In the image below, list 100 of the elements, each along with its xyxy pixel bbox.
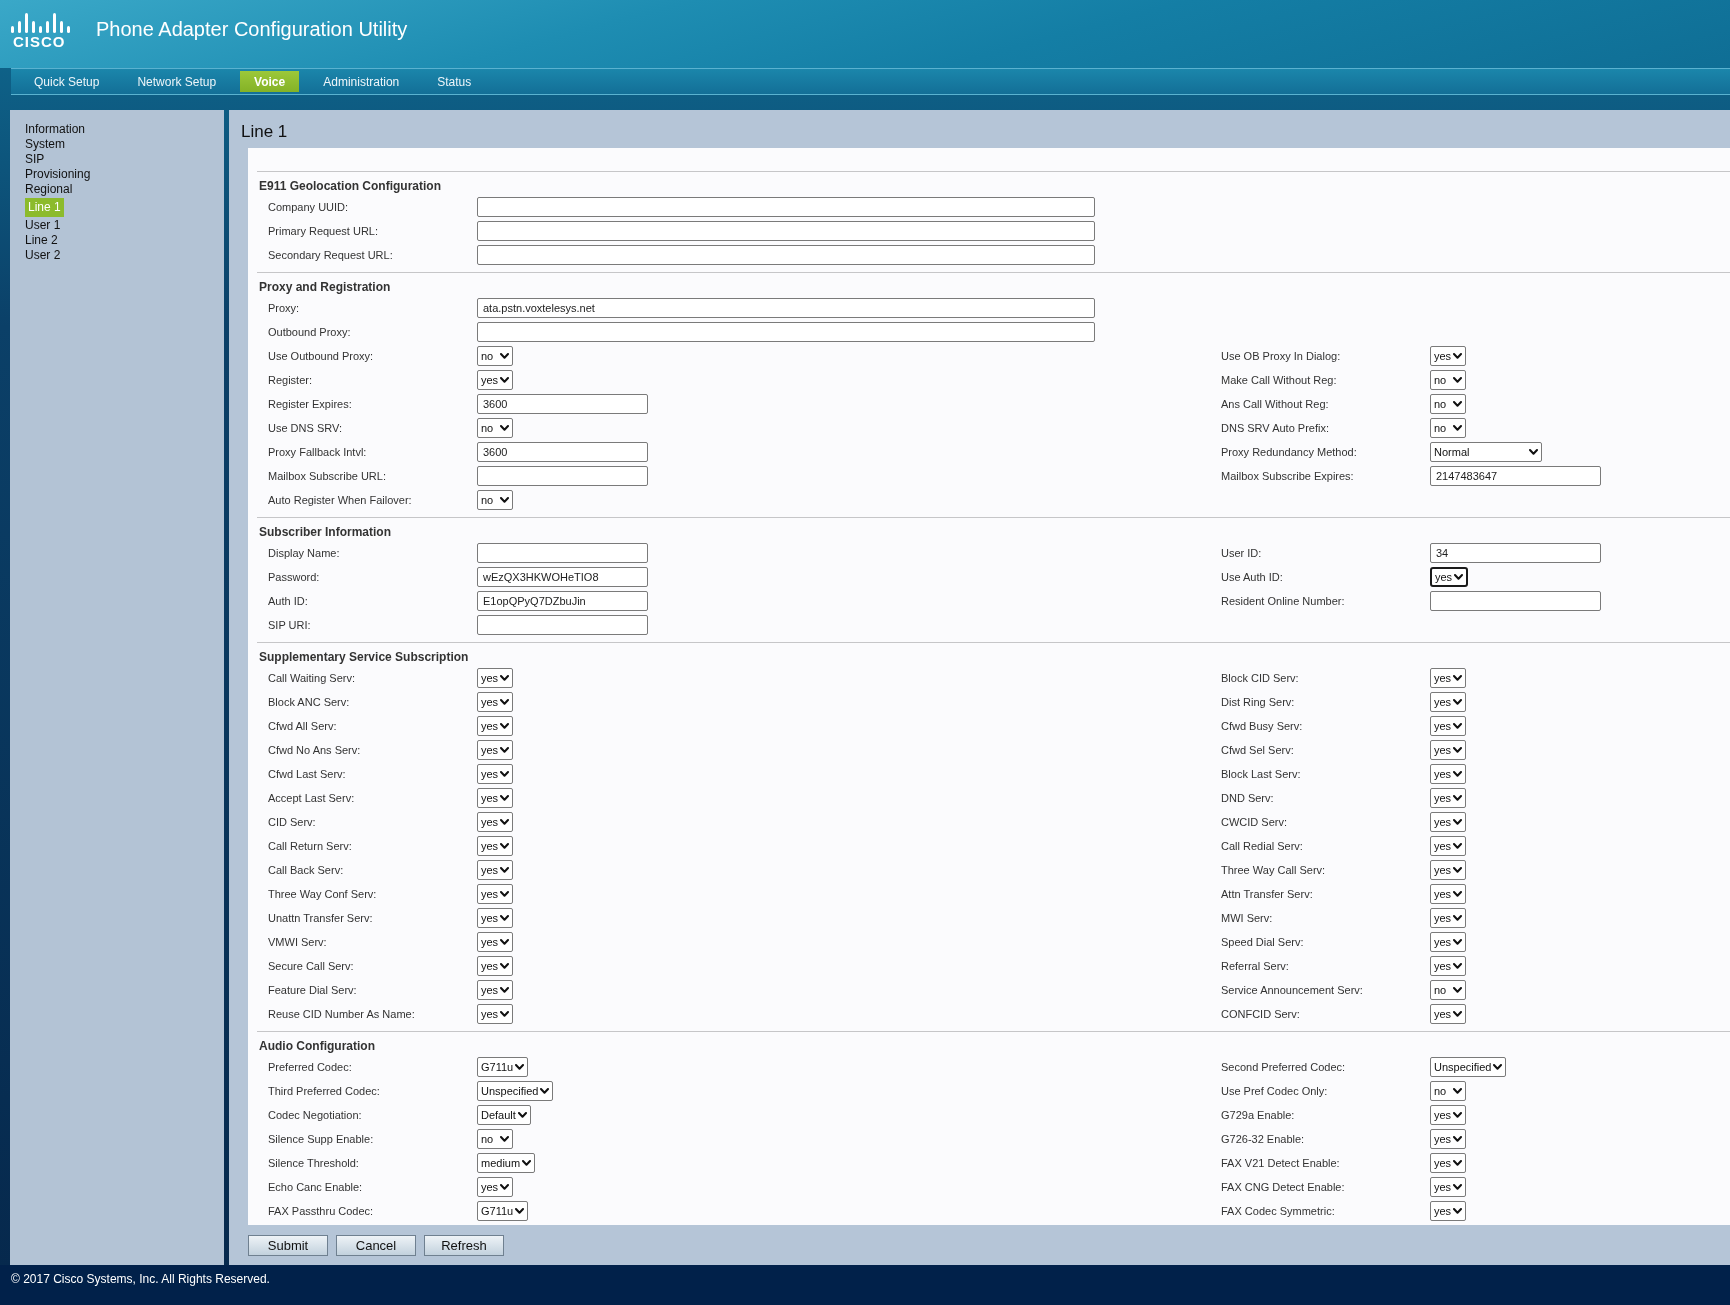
chevron-down-icon [1453,1184,1463,1190]
dropdown[interactable]: yes [1430,908,1467,928]
text-field[interactable] [477,466,648,486]
dropdown[interactable]: no [477,346,513,366]
nav-tab[interactable]: Administration [309,71,414,92]
text-field[interactable] [477,543,648,563]
sidebar-item[interactable]: User 2 [25,248,61,263]
nav-tab[interactable]: Network Setup [123,71,231,92]
copyright-text: © 2017 Cisco Systems, Inc. All Rights Reserved. [11,1272,271,1286]
dropdown[interactable]: yes [1430,716,1467,736]
dropdown[interactable]: yes [1430,1004,1467,1024]
chevron-down-icon [500,377,510,383]
field-label: Use DNS SRV: [268,420,342,436]
chevron-down-icon [500,771,510,777]
text-field[interactable]: wEzQX3HKWOHeTIO8 [477,567,648,587]
text-field[interactable]: 34 [1430,543,1601,563]
text-field[interactable] [477,615,648,635]
dropdown[interactable]: no [477,418,513,438]
dropdown[interactable]: yes [477,716,514,736]
dropdown[interactable]: no [477,490,513,510]
dropdown[interactable]: yes [477,1177,514,1197]
dropdown[interactable]: yes [477,740,514,760]
dropdown[interactable]: yes [1430,692,1467,712]
dropdown[interactable]: yes [1430,956,1467,976]
nav-tab[interactable]: Status [423,71,486,92]
sidebar-item[interactable]: Information [25,122,86,137]
text-field[interactable]: ata.pstn.voxtelesys.net [477,298,1095,318]
action-button[interactable]: Cancel [336,1235,416,1256]
field-label: FAX CNG Detect Enable: [1221,1179,1345,1195]
dropdown[interactable]: yes [477,788,514,808]
dropdown[interactable]: no [477,1129,513,1149]
dropdown[interactable]: yes [1430,932,1467,952]
dropdown[interactable]: yes [477,764,514,784]
chevron-down-icon [540,1088,550,1094]
dropdown[interactable]: yes [1430,764,1467,784]
chevron-down-icon [500,1184,510,1190]
nav-tab[interactable]: Quick Setup [20,71,114,92]
dropdown[interactable]: yes [1430,346,1467,366]
dropdown[interactable]: no [1430,370,1466,390]
section-heading: Subscriber Information [259,525,393,539]
text-field[interactable] [477,245,1095,265]
dropdown[interactable]: yes [1430,668,1467,688]
dropdown[interactable]: Normal [1430,442,1542,462]
dropdown[interactable]: yes [1430,836,1467,856]
dropdown[interactable]: yes [477,860,514,880]
dropdown[interactable]: yes [477,956,514,976]
dropdown[interactable]: yes [1430,740,1467,760]
dropdown[interactable]: medium [477,1153,536,1173]
text-field[interactable]: 3600 [477,442,648,462]
action-button[interactable]: Refresh [424,1235,504,1256]
text-field[interactable]: 3600 [477,394,648,414]
sidebar-item[interactable]: SIP [25,152,45,167]
dropdown[interactable]: yes [1430,788,1467,808]
dropdown[interactable]: no [1430,980,1466,1000]
sidebar-item[interactable]: Regional [25,182,73,197]
dropdown[interactable]: yes [1430,1201,1467,1221]
dropdown[interactable]: yes [1430,1177,1467,1197]
dropdown[interactable]: Default [477,1105,531,1125]
field-label: CONFCID Serv: [1221,1006,1300,1022]
dropdown[interactable]: yes [1430,1153,1467,1173]
dropdown[interactable]: no [1430,1081,1466,1101]
dropdown[interactable]: yes [477,932,514,952]
dropdown[interactable]: G711u [477,1057,529,1077]
dropdown[interactable]: yes [477,908,514,928]
text-field[interactable]: 2147483647 [1430,466,1601,486]
dropdown[interactable]: yes [1430,567,1469,587]
field-label: Accept Last Serv: [268,790,355,806]
sidebar-item[interactable]: System [25,137,65,152]
field-label: Unattn Transfer Serv: [268,910,373,926]
sidebar-item[interactable]: Provisioning [25,167,91,182]
text-field[interactable] [477,197,1095,217]
text-field[interactable]: E1opQPyQ7DZbuJin [477,591,648,611]
dropdown[interactable]: yes [1430,1105,1467,1125]
dropdown[interactable]: yes [477,370,514,390]
dropdown[interactable]: Unspecified [1430,1057,1507,1077]
dropdown[interactable]: yes [1430,860,1467,880]
dropdown[interactable]: no [1430,418,1466,438]
chevron-down-icon [1453,425,1462,431]
dropdown[interactable]: yes [1430,1129,1467,1149]
dropdown[interactable]: yes [1430,884,1467,904]
dropdown[interactable]: yes [477,692,514,712]
text-field[interactable] [477,221,1095,241]
action-button[interactable]: Submit [248,1235,328,1256]
field-label: FAX Codec Symmetric: [1221,1203,1335,1219]
dropdown[interactable]: yes [477,884,514,904]
text-field[interactable] [1430,591,1601,611]
dropdown[interactable]: Unspecified [477,1081,554,1101]
sidebar-item[interactable]: User 1 [25,218,61,233]
text-field[interactable] [477,322,1095,342]
dropdown[interactable]: yes [477,836,514,856]
dropdown[interactable]: no [1430,394,1466,414]
dropdown[interactable]: yes [477,812,514,832]
dropdown[interactable]: yes [1430,812,1467,832]
field-label: G726-32 Enable: [1221,1131,1305,1147]
dropdown[interactable]: yes [477,980,514,1000]
dropdown[interactable]: G711u [477,1201,529,1221]
dropdown[interactable]: yes [477,668,514,688]
field-label: CID Serv: [268,814,316,830]
sidebar-item[interactable]: Line 2 [25,233,58,248]
dropdown[interactable]: yes [477,1004,514,1024]
